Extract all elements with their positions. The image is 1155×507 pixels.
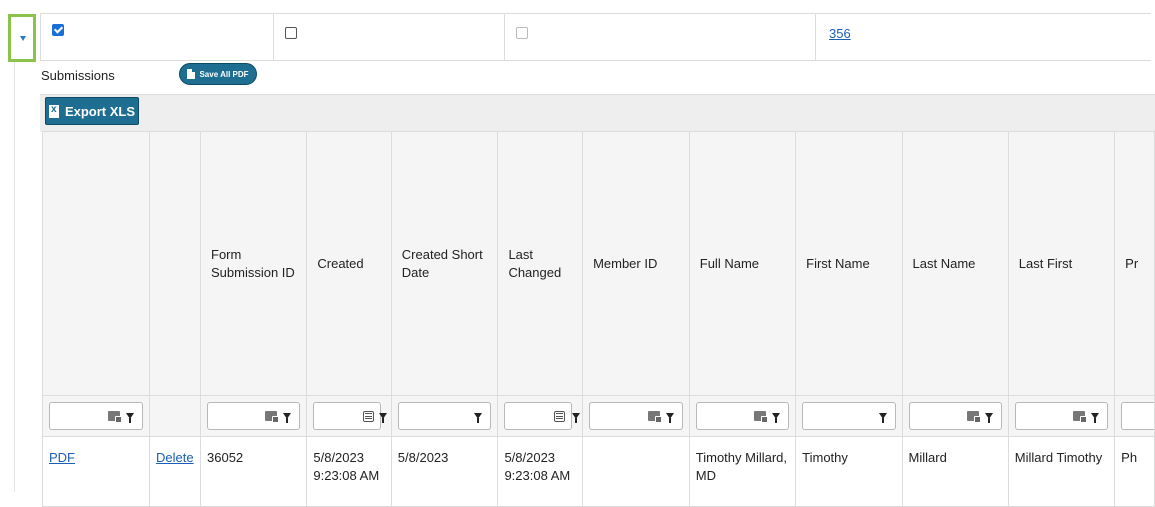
pdf-file-icon (187, 69, 196, 79)
filter-last-first[interactable] (1014, 402, 1109, 430)
filter-icon[interactable] (126, 413, 135, 423)
filter-last-name[interactable] (908, 402, 1002, 430)
row-expander[interactable] (8, 14, 36, 62)
column-header-last-first[interactable]: Last First (1007, 131, 1116, 396)
filter-partial[interactable] (1121, 402, 1154, 430)
filter-icon[interactable] (283, 413, 292, 423)
column-header-created-short-date[interactable]: Created Short Date (390, 131, 499, 396)
hierarchy-guide-line (14, 62, 15, 492)
cell-first-name: Timothy (795, 436, 903, 507)
filter-icon[interactable] (1091, 413, 1100, 423)
export-xls-button[interactable]: Export XLS (45, 97, 139, 125)
cell-full-name: Timothy Millard, MD (688, 436, 797, 507)
excel-file-icon (48, 104, 59, 118)
cell-created-short-date: 5/8/2023 (390, 436, 499, 507)
calendar-icon[interactable] (362, 410, 374, 422)
column-header-first-name[interactable]: First Name (795, 131, 903, 396)
column-header-form-submission-id[interactable]: Form Submission ID (199, 131, 308, 396)
parent-row-checkbox-2[interactable] (285, 27, 297, 39)
parent-row: 356 (40, 13, 1151, 61)
parent-row-checkbox-3 (516, 27, 528, 39)
filter-icon[interactable] (984, 413, 993, 423)
filter-options-icon[interactable] (647, 411, 662, 423)
cell-last-first: Millard Timothy (1007, 436, 1116, 507)
column-header-created[interactable]: Created (306, 131, 392, 396)
caret-down-icon (20, 36, 26, 41)
filter-created-short-date[interactable] (397, 402, 492, 430)
column-header-full-name[interactable]: Full Name (688, 131, 797, 396)
filter-icon[interactable] (878, 413, 887, 423)
save-all-pdf-label: Save All PDF (199, 69, 249, 79)
cell-last-name: Millard (901, 436, 1009, 507)
filter-member-id[interactable] (589, 402, 683, 430)
parent-row-checkbox-1[interactable] (52, 24, 64, 36)
cell-member-id (582, 436, 690, 507)
calendar-icon[interactable] (554, 410, 566, 422)
filter-options-icon[interactable] (966, 411, 981, 423)
export-xls-label: Export XLS (64, 103, 136, 119)
column-header-partial[interactable]: Pr (1114, 131, 1155, 396)
filter-options-icon[interactable] (754, 411, 769, 423)
grid-toolbar (40, 94, 1155, 132)
column-header-actions-pdf (41, 131, 151, 396)
filter-options-icon[interactable] (265, 411, 280, 423)
filter-first-name[interactable] (802, 402, 896, 430)
filter-icon[interactable] (474, 413, 483, 423)
grid-header-row: Form Submission ID Created Created Short… (41, 131, 1155, 396)
submissions-label: Submissions (41, 68, 115, 83)
filter-icon[interactable] (772, 413, 781, 423)
cell-form-submission-id: 36052 (199, 436, 308, 507)
cell-partial: Ph (1114, 436, 1155, 507)
column-header-actions-delete (149, 131, 201, 396)
filter-full-name[interactable] (695, 402, 790, 430)
save-all-pdf-button[interactable]: Save All PDF (179, 63, 257, 85)
filter-icon[interactable] (571, 412, 580, 423)
grid-filter-row (41, 395, 1155, 437)
filter-icon[interactable] (665, 413, 674, 423)
filter-icon[interactable] (378, 412, 387, 423)
pdf-link[interactable]: PDF (49, 450, 75, 465)
filter-cell-pdf[interactable] (49, 402, 144, 430)
filter-options-icon[interactable] (108, 411, 123, 423)
column-header-last-name[interactable]: Last Name (901, 131, 1009, 396)
filter-form-submission-id[interactable] (207, 402, 301, 430)
filter-options-icon[interactable] (1073, 411, 1088, 423)
cell-created: 5/8/2023 9:23:08 AM (306, 436, 392, 507)
submissions-grid: Form Submission ID Created Created Short… (41, 131, 1155, 507)
delete-link[interactable]: Delete (156, 450, 194, 465)
cell-last-changed: 5/8/2023 9:23:08 AM (497, 436, 584, 507)
parent-row-count-link[interactable]: 356 (829, 26, 851, 41)
filter-last-changed[interactable] (504, 402, 573, 430)
column-header-last-changed[interactable]: Last Changed (497, 131, 584, 396)
filter-created[interactable] (313, 402, 381, 430)
table-row: PDF Delete 36052 5/8/2023 9:23:08 AM 5/8… (41, 436, 1155, 507)
column-header-member-id[interactable]: Member ID (582, 131, 690, 396)
